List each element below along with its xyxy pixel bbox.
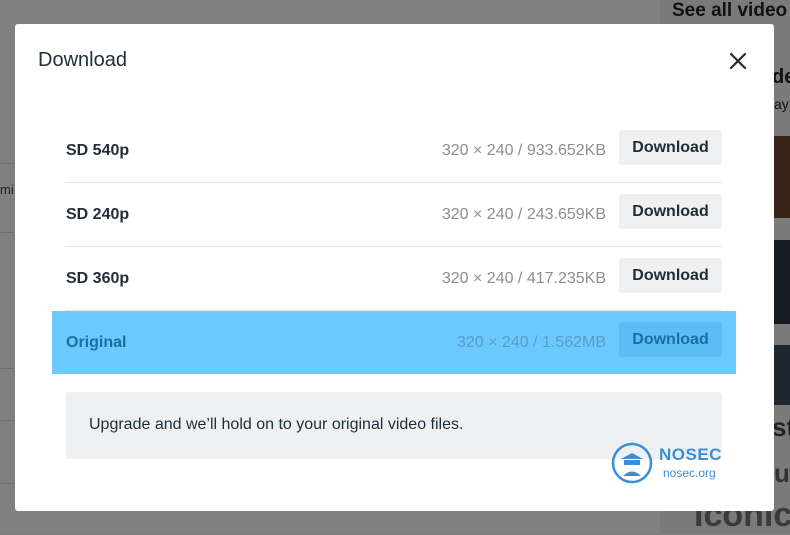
download-button[interactable]: Download	[619, 194, 722, 229]
bg-divider	[0, 163, 14, 164]
bg-text-fragment: ay	[774, 96, 789, 112]
bg-divider	[0, 483, 14, 484]
bg-thumb-text: st	[772, 412, 790, 442]
option-label: SD 360p	[66, 270, 130, 287]
option-size: 320 × 240 / 1.562MB	[457, 334, 606, 351]
upgrade-notice-text: Upgrade and we’ll hold on to your origin…	[89, 416, 464, 433]
option-label: SD 540p	[66, 142, 130, 159]
option-label: Original	[66, 334, 127, 351]
download-option-sd-540p[interactable]: SD 540p 320 × 240 / 933.652KB Download	[66, 119, 722, 183]
watermark: NOSEC nosec.org	[611, 441, 751, 487]
see-all-link[interactable]: See all video	[672, 0, 787, 22]
bg-thumb-text-2: us	[774, 458, 790, 488]
watermark-url: nosec.org	[663, 466, 716, 480]
nosec-logo-icon	[611, 442, 653, 484]
option-size: 320 × 240 / 933.652KB	[441, 142, 606, 159]
bg-divider	[0, 420, 14, 421]
download-button[interactable]: Download	[619, 130, 722, 165]
download-button[interactable]: Download	[619, 322, 722, 357]
video-thumbnail[interactable]	[773, 345, 790, 405]
download-button[interactable]: Download	[619, 258, 722, 293]
bg-divider	[0, 368, 14, 369]
download-modal: Download SD 540p 320 × 240 / 933.652KB D…	[15, 24, 774, 511]
video-thumbnail[interactable]	[773, 240, 790, 324]
option-size: 320 × 240 / 243.659KB	[441, 206, 606, 223]
modal-title: Download	[38, 49, 127, 71]
option-label: SD 240p	[66, 206, 130, 223]
close-icon[interactable]	[728, 51, 748, 71]
video-thumbnail[interactable]	[773, 136, 790, 218]
download-option-original[interactable]: Original 320 × 240 / 1.562MB Download	[52, 311, 736, 374]
watermark-name: NOSEC	[659, 445, 722, 464]
download-option-sd-360p[interactable]: SD 360p 320 × 240 / 417.235KB Download	[66, 247, 722, 311]
bg-heading-fragment: de	[772, 66, 790, 88]
bg-divider	[0, 232, 14, 233]
download-option-sd-240p[interactable]: SD 240p 320 × 240 / 243.659KB Download	[66, 183, 722, 247]
option-size: 320 × 240 / 417.235KB	[441, 270, 606, 287]
bg-left-fragment: mi	[0, 182, 14, 197]
